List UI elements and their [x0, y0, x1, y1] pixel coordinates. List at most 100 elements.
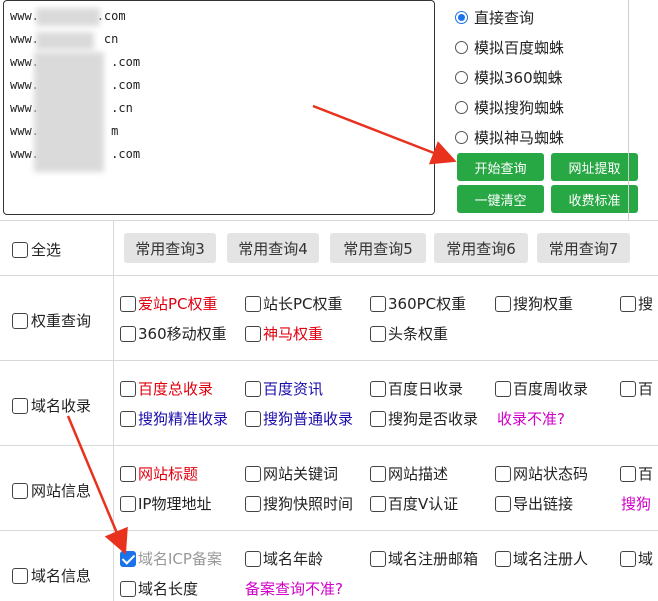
- option-site-status-code[interactable]: 网站状态码: [495, 463, 588, 484]
- redaction-blur: [36, 32, 94, 50]
- option-partial[interactable]: 搜: [620, 293, 653, 314]
- option-sogou-indexed[interactable]: 搜狗是否收录: [370, 408, 478, 429]
- option-aizhan-pc-weight[interactable]: 爱站PC权重: [120, 293, 218, 314]
- option-baidu-v-cert[interactable]: 百度V认证: [370, 493, 458, 514]
- checkbox[interactable]: [495, 550, 511, 567]
- checkbox-checked[interactable]: [120, 550, 136, 567]
- checkbox[interactable]: [120, 580, 136, 597]
- option-shenma-weight[interactable]: 神马权重: [245, 323, 323, 344]
- checkbox[interactable]: [370, 410, 386, 427]
- checkbox[interactable]: [620, 295, 636, 312]
- checkbox[interactable]: [620, 380, 636, 397]
- checkbox[interactable]: [12, 241, 28, 258]
- option-partial[interactable]: 百: [620, 463, 653, 484]
- checkbox[interactable]: [120, 325, 136, 342]
- category-weight[interactable]: 权重查询: [12, 310, 91, 331]
- checkbox[interactable]: [120, 410, 136, 427]
- checkbox[interactable]: [495, 380, 511, 397]
- option-360-mobile-weight[interactable]: 360移动权重: [120, 323, 227, 344]
- radio-icon[interactable]: [455, 70, 468, 84]
- checkbox[interactable]: [370, 380, 386, 397]
- sogou-partial-link[interactable]: 搜狗: [621, 493, 651, 514]
- checkbox[interactable]: [495, 465, 511, 482]
- checkbox[interactable]: [12, 312, 28, 329]
- radio-direct[interactable]: 直接查询: [455, 2, 564, 32]
- category-domain-info[interactable]: 域名信息: [12, 565, 91, 586]
- category-label: 域名信息: [31, 567, 92, 585]
- checkbox[interactable]: [120, 380, 136, 397]
- category-index[interactable]: 域名收录: [12, 395, 91, 416]
- option-partial[interactable]: 百: [620, 378, 653, 399]
- checkbox[interactable]: [370, 295, 386, 312]
- extract-url-button[interactable]: 网址提取: [551, 153, 638, 181]
- option-site-description[interactable]: 网站描述: [370, 463, 448, 484]
- option-baidu-weekly-index[interactable]: 百度周收录: [495, 378, 588, 399]
- select-all[interactable]: 全选: [12, 239, 61, 260]
- checkbox[interactable]: [245, 465, 261, 482]
- checkbox[interactable]: [370, 550, 386, 567]
- common-query-6-button[interactable]: 常用查询6: [434, 233, 528, 263]
- radio-sogou-spider[interactable]: 模拟搜狗蜘蛛: [455, 92, 564, 122]
- common-query-5-button[interactable]: 常用查询5: [330, 233, 426, 263]
- option-sogou-snapshot-time[interactable]: 搜狗快照时间: [245, 493, 353, 514]
- radio-360-spider[interactable]: 模拟360蜘蛛: [455, 62, 564, 92]
- radio-icon[interactable]: [455, 130, 468, 144]
- checkbox[interactable]: [120, 295, 136, 312]
- checkbox[interactable]: [245, 550, 261, 567]
- option-zhanzhang-pc-weight[interactable]: 站长PC权重: [245, 293, 343, 314]
- category-label: 权重查询: [31, 312, 92, 330]
- start-query-button[interactable]: 开始查询: [457, 153, 544, 181]
- checkbox[interactable]: [620, 465, 636, 482]
- radio-icon[interactable]: [455, 100, 468, 114]
- option-ip-location[interactable]: IP物理地址: [120, 493, 211, 514]
- radio-shenma-spider[interactable]: 模拟神马蜘蛛: [455, 122, 564, 152]
- checkbox[interactable]: [245, 495, 261, 512]
- checkbox[interactable]: [12, 567, 28, 584]
- radio-icon[interactable]: [455, 40, 468, 54]
- option-domain-icp[interactable]: 域名ICP备案: [120, 548, 222, 569]
- option-partial[interactable]: 域: [620, 548, 653, 569]
- option-domain-reg-email[interactable]: 域名注册邮箱: [370, 548, 478, 569]
- option-label: 360PC权重: [388, 295, 467, 313]
- common-query-7-button[interactable]: 常用查询7: [537, 233, 630, 263]
- icp-inaccurate-link[interactable]: 备案查询不准?: [245, 578, 343, 599]
- option-sogou-normal-index[interactable]: 搜狗普通收录: [245, 408, 353, 429]
- option-baidu-daily-index[interactable]: 百度日收录: [370, 378, 463, 399]
- option-domain-length[interactable]: 域名长度: [120, 578, 198, 599]
- option-label: 头条权重: [388, 325, 449, 343]
- checkbox[interactable]: [120, 465, 136, 482]
- option-360pc-weight[interactable]: 360PC权重: [370, 293, 466, 314]
- option-baidu-total-index[interactable]: 百度总收录: [120, 378, 213, 399]
- checkbox[interactable]: [245, 380, 261, 397]
- clear-all-button[interactable]: 一键清空: [457, 185, 544, 213]
- checkbox[interactable]: [12, 397, 28, 414]
- option-baidu-news[interactable]: 百度资讯: [245, 378, 323, 399]
- radio-icon[interactable]: [455, 10, 468, 24]
- option-site-keywords[interactable]: 网站关键词: [245, 463, 338, 484]
- checkbox[interactable]: [245, 410, 261, 427]
- checkbox[interactable]: [370, 465, 386, 482]
- checkbox[interactable]: [245, 295, 261, 312]
- checkbox[interactable]: [12, 482, 28, 499]
- option-site-title[interactable]: 网站标题: [120, 463, 198, 484]
- fee-standard-button[interactable]: 收费标准: [551, 185, 638, 213]
- checkbox[interactable]: [370, 495, 386, 512]
- option-sogou-weight[interactable]: 搜狗权重: [495, 293, 573, 314]
- option-toutiao-weight[interactable]: 头条权重: [370, 323, 448, 344]
- common-query-4-button[interactable]: 常用查询4: [227, 233, 319, 263]
- checkbox[interactable]: [495, 295, 511, 312]
- option-domain-registrant[interactable]: 域名注册人: [495, 548, 588, 569]
- index-inaccurate-link[interactable]: 收录不准?: [497, 408, 565, 429]
- category-site-info[interactable]: 网站信息: [12, 480, 91, 501]
- option-domain-age[interactable]: 域名年龄: [245, 548, 323, 569]
- checkbox[interactable]: [495, 495, 511, 512]
- option-outbound-links[interactable]: 导出链接: [495, 493, 573, 514]
- checkbox[interactable]: [620, 550, 636, 567]
- option-label: 网站描述: [388, 465, 449, 483]
- checkbox[interactable]: [120, 495, 136, 512]
- checkbox[interactable]: [245, 325, 261, 342]
- option-sogou-exact-index[interactable]: 搜狗精准收录: [120, 408, 228, 429]
- checkbox[interactable]: [370, 325, 386, 342]
- common-query-3-button[interactable]: 常用查询3: [124, 233, 216, 263]
- radio-baidu-spider[interactable]: 模拟百度蜘蛛: [455, 32, 564, 62]
